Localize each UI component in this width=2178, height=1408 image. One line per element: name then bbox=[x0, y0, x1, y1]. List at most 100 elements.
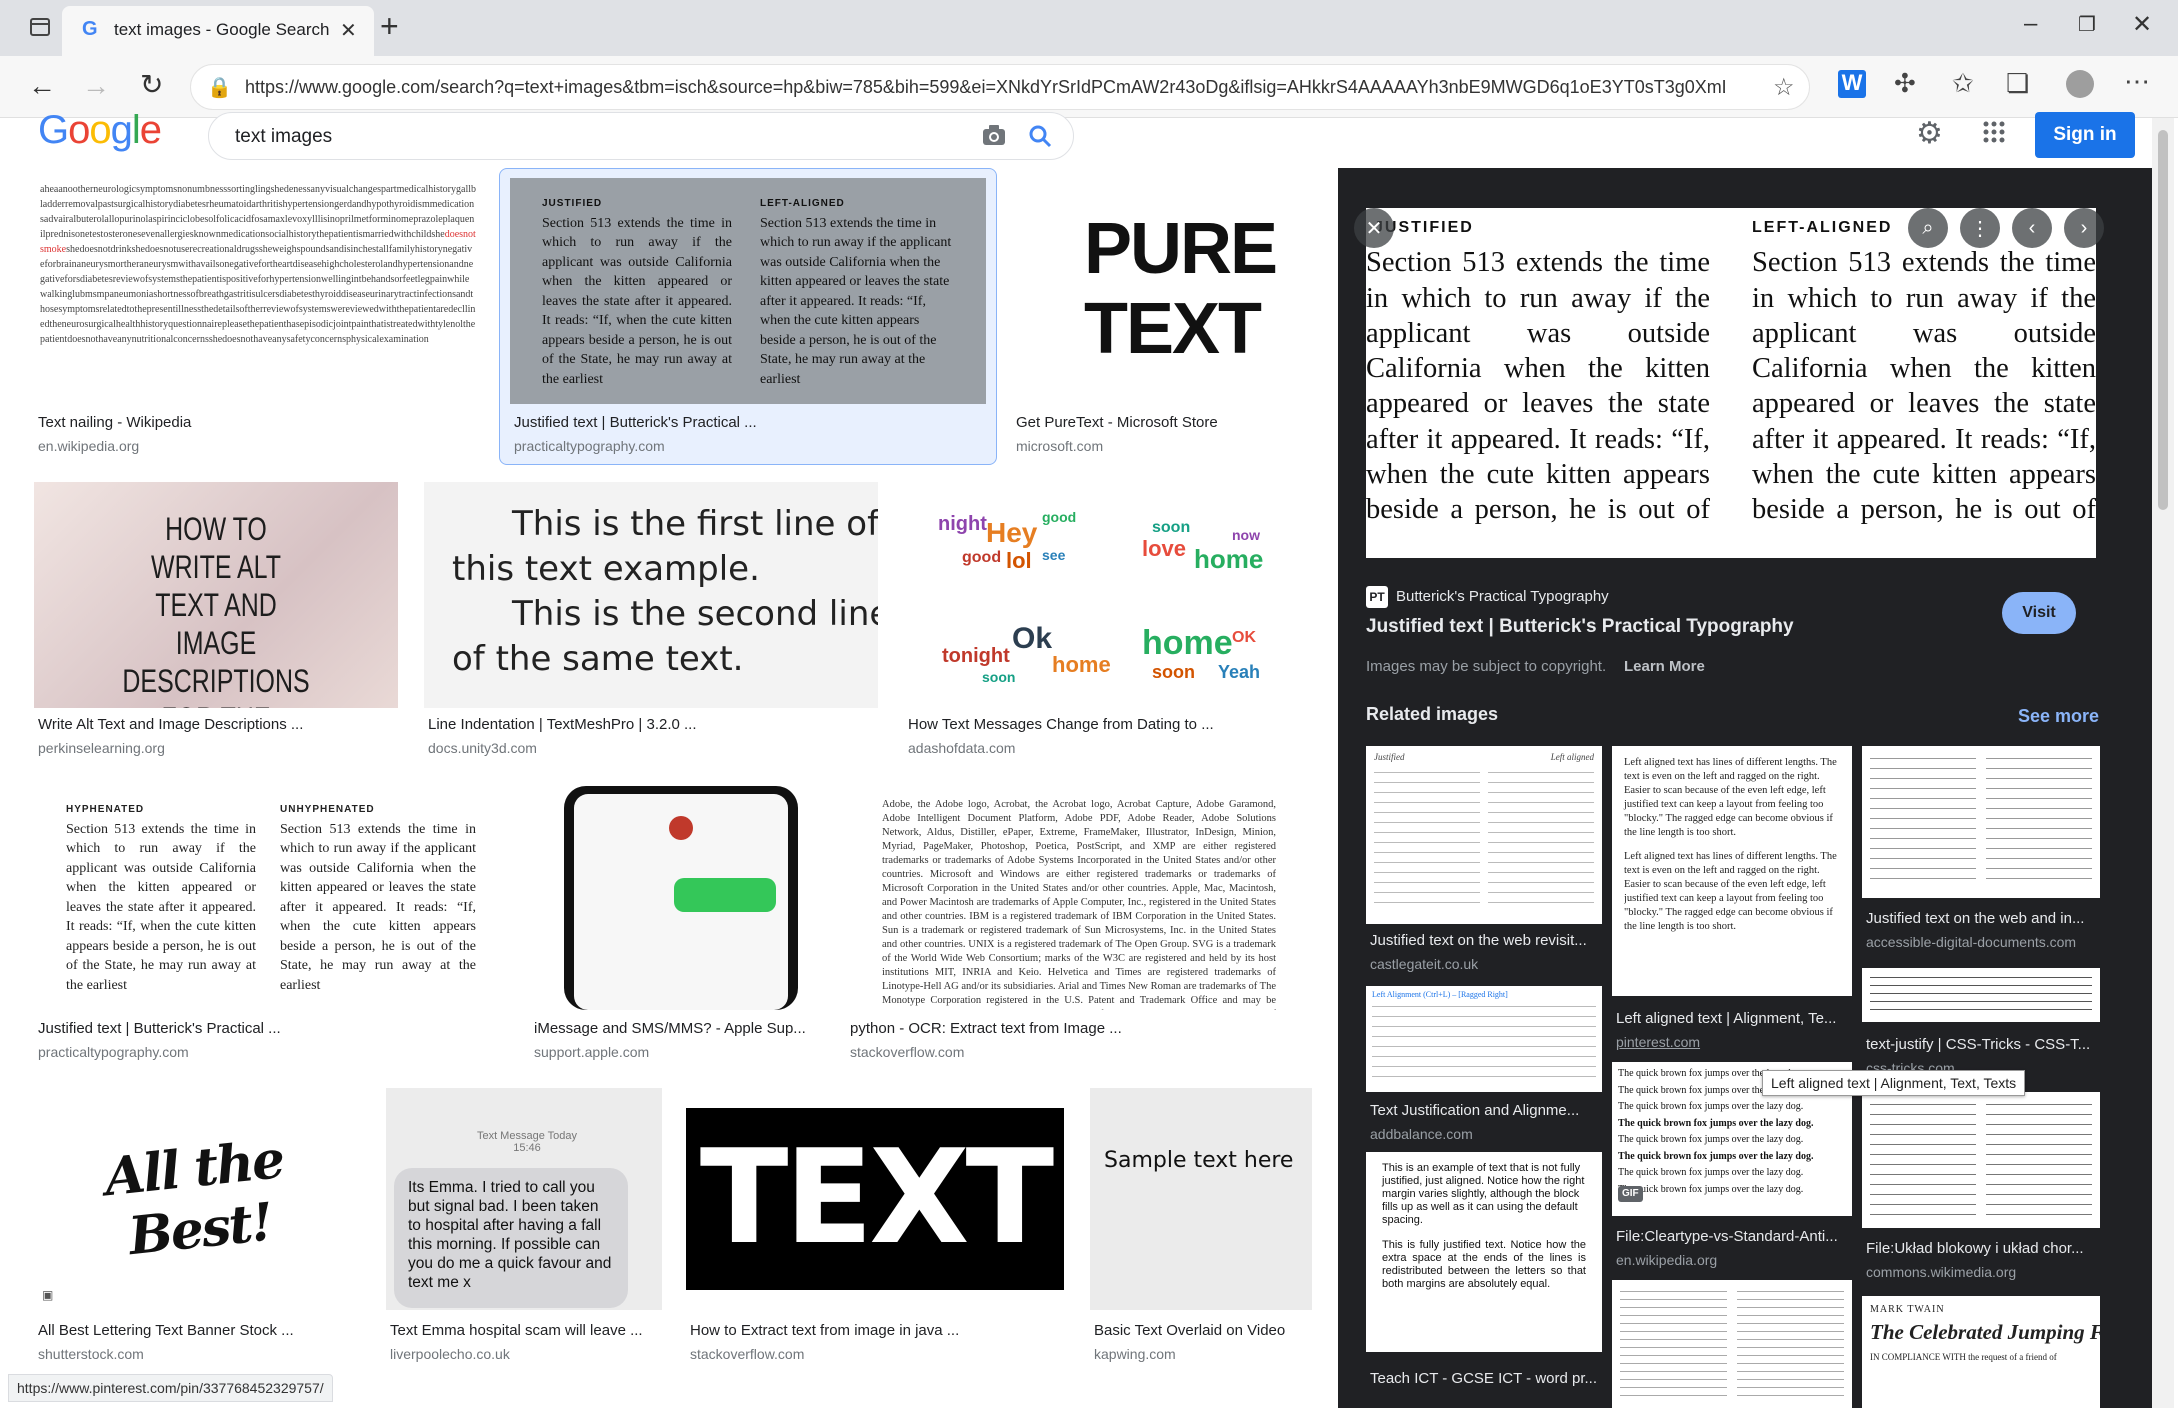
result-title[interactable]: Text nailing - Wikipedia bbox=[38, 414, 478, 431]
forward-icon[interactable]: → bbox=[82, 70, 110, 102]
result-title[interactable]: Write Alt Text and Image Descriptions ..… bbox=[38, 716, 398, 733]
text-nailing-body: aheaanootherneurologicsymptomsnonumbness… bbox=[40, 184, 477, 345]
result-thumb-text-nailing[interactable]: aheaanootherneurologicsymptomsnonumbness… bbox=[34, 178, 482, 404]
related-thumb-pinterest[interactable]: Left aligned text has lines of different… bbox=[1612, 746, 1852, 996]
justified-paragraph: Section 513 extends the time in which to… bbox=[542, 215, 732, 387]
result-thumb-puretext[interactable]: PURE TEXT bbox=[1012, 178, 1312, 404]
result-title[interactable]: How Text Messages Change from Dating to … bbox=[908, 716, 1312, 733]
result-thumb-all-the-best[interactable]: All the Best! ▣ bbox=[34, 1088, 360, 1310]
reload-icon[interactable]: ↻ bbox=[140, 68, 163, 101]
favorite-star-icon[interactable]: ☆ bbox=[1773, 73, 1795, 102]
ocr-body-text: Adobe, the Adobe logo, Acrobat, the Acro… bbox=[882, 799, 1276, 1010]
page-scrollbar[interactable] bbox=[2152, 118, 2174, 1408]
sign-in-button[interactable]: Sign in bbox=[2035, 112, 2135, 158]
related-title[interactable]: text-justify | CSS-Tricks - CSS-T... bbox=[1866, 1036, 2100, 1053]
tab-google-search[interactable]: G text images - Google Search ✕ bbox=[62, 6, 374, 56]
svg-text:Yeah: Yeah bbox=[1218, 662, 1260, 682]
next-image-icon[interactable]: › bbox=[2064, 208, 2104, 248]
visit-button[interactable]: Visit bbox=[2002, 592, 2076, 634]
status-bar-url: https://www.pinterest.com/pin/3377684523… bbox=[8, 1374, 333, 1402]
result-site: practicaltypography.com bbox=[38, 1044, 189, 1060]
learn-more-link[interactable]: Learn More bbox=[1624, 658, 1705, 675]
related-thumb-frog[interactable]: MARK TWAIN The Celebrated Jumping Frog o… bbox=[1862, 1296, 2100, 1408]
back-icon[interactable]: ← bbox=[28, 70, 56, 102]
result-thumb-word-clouds[interactable]: night Hey good good lol see soon love ho… bbox=[902, 482, 1312, 708]
preview-title[interactable]: Justified text | Butterick's Practical T… bbox=[1366, 616, 1794, 638]
settings-gear-icon[interactable]: ⚙ bbox=[1916, 116, 1943, 151]
related-thumb-accessible[interactable] bbox=[1862, 746, 2100, 898]
related-title[interactable]: Text Justification and Alignme... bbox=[1370, 1102, 1602, 1119]
related-title[interactable]: Teach ICT - GCSE ICT - word pr... bbox=[1370, 1370, 1602, 1387]
hyphenated-paragraph: Section 513 extends the time in which to… bbox=[66, 821, 256, 993]
scrollbar-thumb[interactable] bbox=[2158, 130, 2168, 510]
tab-close-icon[interactable]: ✕ bbox=[340, 18, 357, 43]
close-preview-icon[interactable]: ✕ bbox=[1354, 208, 1394, 248]
restore-icon[interactable]: ❐ bbox=[2078, 12, 2096, 37]
related-title[interactable]: File:Układ blokowy i układ chor... bbox=[1866, 1240, 2100, 1257]
related-thumb-wikimedia[interactable] bbox=[1862, 1092, 2100, 1228]
alt-text-heading: HOW TO WRITE ALT TEXT AND IMAGE DESCRIPT… bbox=[122, 511, 310, 708]
apps-grid-icon[interactable] bbox=[1982, 120, 2006, 149]
result-title[interactable]: Get PureText - Microsoft Store bbox=[1016, 414, 1316, 431]
result-thumb-justified[interactable]: JUSTIFIED Section 513 extends the time i… bbox=[510, 178, 986, 404]
preview-image[interactable]: JUSTIFIED Section 513 extends the time i… bbox=[1366, 208, 2096, 558]
result-title[interactable]: How to Extract text from image in java .… bbox=[690, 1322, 1066, 1339]
related-thumb-css-tricks[interactable] bbox=[1862, 968, 2100, 1022]
related-title[interactable]: Justified text on the web and in... bbox=[1866, 910, 2100, 927]
camera-icon[interactable] bbox=[981, 123, 1007, 152]
word-cloud-graphic: night Hey good good lol see soon love ho… bbox=[938, 509, 1263, 685]
related-thumb-addbalance[interactable]: Left Alignment (Ctrl+L) – [Ragged Right] bbox=[1366, 986, 1602, 1092]
result-thumb-emma-scam[interactable]: Text Message Today 15:46 Its Emma. I tri… bbox=[386, 1088, 662, 1310]
result-title[interactable]: Text Emma hospital scam will leave ... bbox=[390, 1322, 662, 1339]
preview-left-label: JUSTIFIED bbox=[1374, 219, 1474, 236]
result-thumb-big-text[interactable]: TEXT bbox=[686, 1108, 1064, 1290]
svg-text:home: home bbox=[1194, 544, 1263, 574]
search-input[interactable]: text images bbox=[208, 112, 1074, 160]
result-title[interactable]: Line Indentation | TextMeshPro | 3.2.0 .… bbox=[428, 716, 878, 733]
indent-line-1: This is the first line of bbox=[512, 504, 878, 544]
collections-icon[interactable]: ❏ bbox=[2006, 68, 2029, 99]
result-thumb-imessage[interactable] bbox=[530, 786, 830, 1010]
image-badge-icon: ▣ bbox=[42, 1288, 54, 1302]
google-logo[interactable]: Google bbox=[38, 108, 162, 153]
result-thumb-sample-text[interactable]: Sample text here bbox=[1090, 1088, 1312, 1310]
related-site: addbalance.com bbox=[1370, 1126, 1473, 1142]
minimize-icon[interactable]: – bbox=[2024, 10, 2037, 38]
more-menu-icon[interactable]: ⋯ bbox=[2124, 66, 2150, 97]
result-title[interactable]: Basic Text Overlaid on Video bbox=[1094, 1322, 1316, 1339]
svg-text:good: good bbox=[962, 549, 1001, 566]
previous-image-icon[interactable]: ‹ bbox=[2012, 208, 2052, 248]
related-title[interactable]: File:Cleartype-vs-Standard-Anti... bbox=[1616, 1228, 1852, 1245]
result-title[interactable]: Justified text | Butterick's Practical .… bbox=[38, 1020, 498, 1037]
result-site: stackoverflow.com bbox=[690, 1346, 805, 1362]
result-title[interactable]: All Best Lettering Text Banner Stock ... bbox=[38, 1322, 360, 1339]
result-title[interactable]: iMessage and SMS/MMS? - Apple Sup... bbox=[534, 1020, 830, 1037]
tab-actions-icon[interactable] bbox=[28, 15, 52, 43]
related-title[interactable]: Left aligned text | Alignment, Te... bbox=[1616, 1010, 1852, 1027]
search-icon[interactable] bbox=[1027, 123, 1053, 154]
result-site: practicaltypography.com bbox=[514, 438, 665, 454]
result-title[interactable]: Justified text | Butterick's Practical .… bbox=[514, 414, 984, 431]
more-options-icon[interactable]: ⋮ bbox=[1960, 208, 2000, 248]
see-more-link[interactable]: See more bbox=[2018, 706, 2099, 727]
result-thumb-ocr[interactable]: Adobe, the Adobe logo, Acrobat, the Acro… bbox=[846, 786, 1312, 1010]
source-name[interactable]: Butterick's Practical Typography bbox=[1396, 588, 1609, 605]
related-thumb-castlegate[interactable]: Justified Left aligned bbox=[1366, 746, 1602, 924]
search-inside-image-icon[interactable]: ⌕ bbox=[1908, 208, 1948, 248]
url-field[interactable]: 🔒 https://www.google.com/search?q=text+i… bbox=[190, 64, 1810, 110]
window-close-icon[interactable]: ✕ bbox=[2132, 10, 2152, 39]
result-thumb-alt-text[interactable]: HOW TO WRITE ALT TEXT AND IMAGE DESCRIPT… bbox=[34, 482, 398, 708]
extension-icon[interactable]: W bbox=[1838, 70, 1866, 98]
new-tab-button[interactable]: + bbox=[380, 8, 399, 45]
result-thumb-line-indentation[interactable]: This is the first line of this text exam… bbox=[424, 482, 878, 708]
related-thumb-teach-ict-2[interactable] bbox=[1612, 1280, 1852, 1408]
fox-line: The quick brown fox jumps over the lazy … bbox=[1618, 1134, 1804, 1145]
puzzle-icon[interactable]: ✣ bbox=[1894, 68, 1916, 99]
favorites-icon[interactable]: ✩ bbox=[1952, 68, 1974, 99]
result-thumb-hyphenated[interactable]: HYPHENATED Section 513 extends the time … bbox=[34, 786, 504, 1010]
related-title[interactable]: Justified text on the web revisit... bbox=[1370, 932, 1602, 949]
related-thumb-teach-ict[interactable]: This is an example of text that is not f… bbox=[1366, 1152, 1602, 1352]
profile-avatar[interactable] bbox=[2066, 70, 2094, 98]
result-title[interactable]: python - OCR: Extract text from Image ..… bbox=[850, 1020, 1312, 1037]
svg-text:see: see bbox=[1042, 547, 1066, 563]
